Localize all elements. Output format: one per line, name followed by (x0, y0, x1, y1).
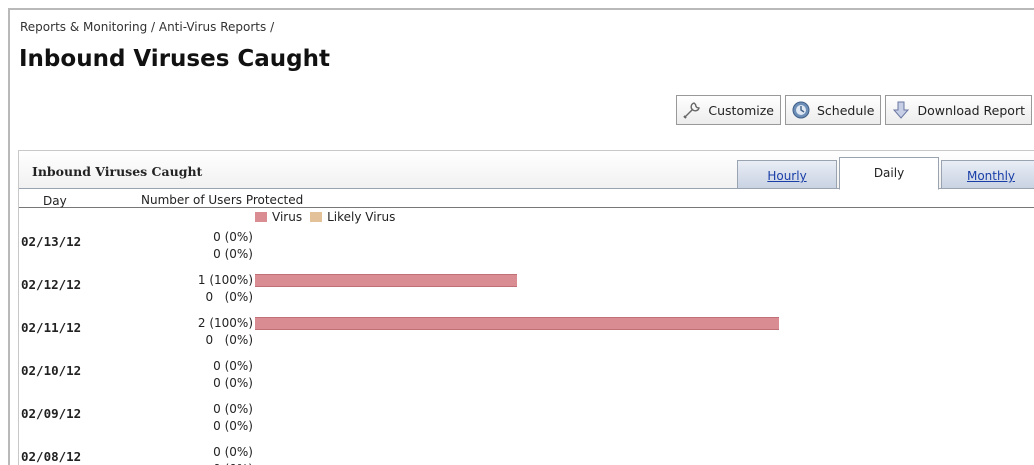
virus-count: 1 (100%) (197, 273, 253, 287)
virus-count: 0 (0%) (213, 359, 253, 373)
row-day: 02/09/12 (21, 406, 82, 421)
schedule-button[interactable]: Schedule (785, 95, 882, 125)
tab-daily[interactable]: Daily (839, 157, 939, 190)
row-day: 02/13/12 (21, 234, 82, 249)
row-day: 02/12/12 (21, 277, 82, 292)
likely-virus-count: 0 (0%) (205, 290, 253, 304)
likely-virus-count: 0 (0%) (213, 419, 253, 433)
wrench-icon (681, 99, 703, 121)
virus-bar (255, 274, 517, 287)
download-report-button[interactable]: Download Report (885, 95, 1032, 125)
legend-virus-label: Virus (272, 210, 303, 224)
customize-label: Customize (708, 102, 774, 118)
column-day: Day (43, 194, 67, 208)
virus-bar (255, 317, 779, 330)
breadcrumb: Reports & Monitoring / Anti-Virus Report… (20, 20, 275, 34)
virus-count: 0 (0%) (213, 230, 253, 244)
legend-likely-virus: Likely Virus (310, 210, 395, 224)
column-header: Day Number of Users Protected (19, 190, 1034, 208)
row-day: 02/08/12 (21, 449, 82, 464)
row-day: 02/10/12 (21, 363, 82, 378)
virus-count: 0 (0%) (213, 402, 253, 416)
chart-legend: Virus Likely Virus (255, 210, 403, 224)
tab-hourly[interactable]: Hourly (737, 160, 837, 189)
virus-count: 0 (0%) (213, 445, 253, 459)
time-range-tabs: Hourly Daily Monthly (737, 157, 1034, 190)
legend-virus: Virus (255, 210, 302, 224)
download-arrow-icon (890, 99, 912, 121)
customize-button[interactable]: Customize (676, 95, 781, 125)
page-title: Inbound Viruses Caught (19, 46, 331, 72)
clock-icon (790, 99, 812, 121)
row-day: 02/11/12 (21, 320, 82, 335)
likely-virus-count: 0 (0%) (213, 376, 253, 390)
tab-monthly[interactable]: Monthly (941, 160, 1034, 189)
likely-virus-count: 0 (0%) (205, 333, 253, 347)
likely-virus-count: 0 (0%) (213, 247, 253, 261)
virus-count: 2 (100%) (197, 316, 253, 330)
report-panel: Inbound Viruses Caught Hourly Daily Mont… (18, 150, 1034, 465)
column-users-protected: Number of Users Protected (141, 193, 304, 207)
panel-header: Inbound Viruses Caught Hourly Daily Mont… (19, 151, 1034, 190)
report-toolbar: Customize Schedule Download Report (676, 95, 1032, 125)
download-report-label: Download Report (917, 102, 1025, 118)
legend-virus-swatch (255, 212, 267, 222)
panel-title: Inbound Viruses Caught (32, 164, 203, 179)
schedule-label: Schedule (817, 102, 875, 118)
legend-likely-virus-swatch (310, 212, 323, 222)
legend-likely-virus-label: Likely Virus (327, 210, 396, 224)
